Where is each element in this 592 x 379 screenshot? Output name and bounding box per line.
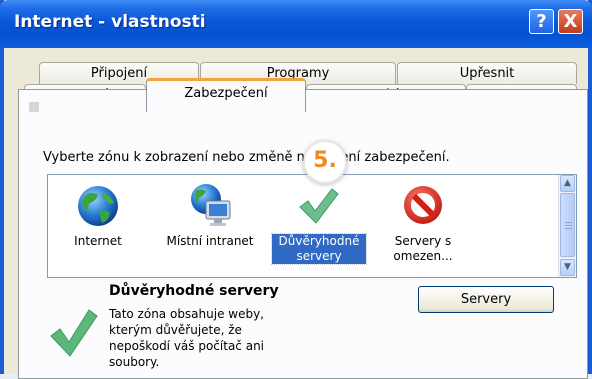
servers-button[interactable]: Servery	[418, 286, 554, 313]
zone-list[interactable]: Internet Místní intranet Důvěryhodné ser…	[47, 174, 577, 278]
zone-label: Důvěryhodné servery	[271, 233, 367, 265]
zone-instruction: Vyberte zónu k zobrazení nebo změně nast…	[43, 150, 450, 165]
zone-label: Servery s omezen...	[393, 234, 453, 263]
intranet-icon	[191, 184, 231, 226]
step-badge: 5.	[303, 140, 347, 184]
scroll-thumb[interactable]	[560, 193, 575, 257]
close-button[interactable]: X	[558, 9, 583, 34]
trusted-zone-checkmark-icon	[50, 309, 98, 357]
globe-icon	[78, 186, 118, 226]
zone-label: Místní intranet	[166, 234, 254, 248]
scroll-up-button[interactable]: ▲	[560, 175, 575, 192]
scroll-down-button[interactable]: ▼	[560, 259, 575, 276]
help-button[interactable]: ?	[529, 9, 554, 34]
restricted-icon	[404, 186, 442, 224]
security-tab-panel: Vyberte zónu k zobrazení nebo změně nast…	[18, 89, 588, 379]
checkmark-icon	[299, 188, 339, 224]
tab-zabezpeceni[interactable]: Zabezpečení	[146, 78, 306, 112]
selected-zone-title: Důvěryhodné servery	[109, 283, 279, 299]
tab-upresnit[interactable]: Upřesnit	[397, 62, 577, 84]
dialog-window: Internet - vlastnosti ? X Připojení Prog…	[0, 0, 592, 379]
title-bar[interactable]: Internet - vlastnosti ? X	[0, 0, 592, 48]
window-title: Internet - vlastnosti	[14, 12, 206, 32]
zone-list-scrollbar[interactable]: ▲ ▼	[558, 175, 576, 277]
selected-zone-description: Tato zóna obsahuje weby, kterým důvěřuje…	[109, 307, 265, 369]
dialog-content: Připojení Programy Upřesnit Obecné Zabez…	[4, 48, 588, 379]
zone-label: Internet	[74, 234, 122, 248]
focus-marker	[29, 102, 39, 112]
